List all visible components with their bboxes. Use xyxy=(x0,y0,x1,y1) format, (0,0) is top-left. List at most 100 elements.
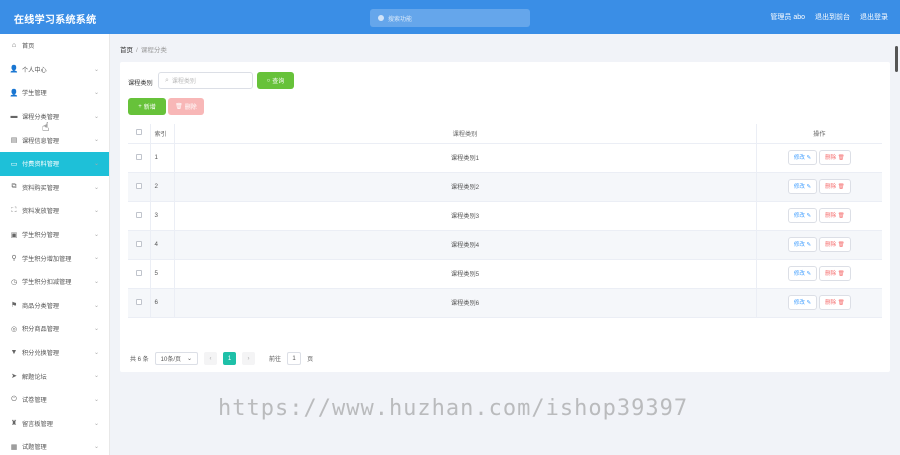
sidebar-item[interactable]: ⌂ 首页 xyxy=(0,34,109,58)
sidebar: ⌂ 首页 👤 个人中心 ⌄ 👤 学生管理 ⌄ ▬ 课程分类管理 ⌄ ▤ 课程信息管理 ⌄ ▭ 付费资料管理 ⌄ ⧉… xyxy=(0,34,110,455)
add-button[interactable]: + 新增 xyxy=(128,98,166,115)
row-name: 课程类别4 xyxy=(174,230,757,260)
chevron-down-icon: ⌄ xyxy=(93,66,99,73)
edit-button[interactable]: 修改 ✎ xyxy=(787,208,818,223)
select-all-checkbox[interactable] xyxy=(135,129,142,136)
chevron-down-icon: ⌄ xyxy=(93,278,99,285)
row-index: 5 xyxy=(150,259,175,289)
sidebar-item-label: 付费资料管理 xyxy=(22,161,60,169)
edit-button-label: 修改 xyxy=(793,242,805,248)
row-checkbox[interactable] xyxy=(135,298,142,305)
sidebar-item[interactable]: ▭ 付费资料管理 ⌄ xyxy=(0,151,109,176)
search-icon xyxy=(378,15,384,21)
batch-delete-button[interactable]: 🗑 删除 xyxy=(168,98,204,115)
row-select-cell[interactable] xyxy=(128,201,151,231)
logout-link[interactable]: 退出登录 xyxy=(860,12,888,22)
goto-page-input[interactable]: 1 xyxy=(287,352,302,365)
sidebar-item[interactable]: ⏻ 试卷管理 ⌄ xyxy=(0,388,109,412)
admin-user-link[interactable]: 管理员 abo xyxy=(770,12,805,22)
select-all-cell[interactable] xyxy=(128,124,151,144)
sidebar-item[interactable]: ⚲ 学生积分增加管理 ⌄ xyxy=(0,246,109,270)
chevron-down-icon: ⌄ xyxy=(93,255,99,262)
content-panel: 课程类别 ⌕ 课程类别 ○ 查询 + 新增 🗑 删除 索引 课程类别 操作 1 … xyxy=(120,62,890,372)
row-select-cell[interactable] xyxy=(128,259,151,289)
current-page-button[interactable]: 1 xyxy=(223,352,237,365)
row-checkbox[interactable] xyxy=(135,182,142,189)
sidebar-item[interactable]: ▼ 积分兑换管理 ⌄ xyxy=(0,341,109,365)
filter-icon: ▼ xyxy=(10,349,18,357)
plus-icon: + xyxy=(138,103,142,110)
row-checkbox[interactable] xyxy=(135,153,142,160)
top-search-input[interactable]: 搜索功能 xyxy=(370,9,530,27)
home-icon: ⌂ xyxy=(11,42,17,50)
chevron-down-icon: ⌄ xyxy=(93,326,99,333)
search-icon: ⌕ xyxy=(165,76,169,84)
sidebar-item[interactable]: ▬ 课程分类管理 ⌄ xyxy=(0,105,109,129)
sidebar-item[interactable]: 👤 个人中心 ⌄ xyxy=(0,58,109,82)
next-page-button[interactable]: › xyxy=(242,352,256,365)
delete-button[interactable]: 删除 🗑 xyxy=(819,208,851,223)
edit-button[interactable]: 修改 ✎ xyxy=(787,179,818,194)
chevron-down-icon: ⌄ xyxy=(93,208,99,215)
query-button[interactable]: ○ 查询 xyxy=(257,72,294,89)
table-row: 1 课程类别1 修改 ✎ 删除 🗑 xyxy=(128,143,882,173)
edit-button[interactable]: 修改 ✎ xyxy=(787,150,818,165)
row-name: 课程类别2 xyxy=(174,172,757,202)
edit-button[interactable]: 修改 ✎ xyxy=(787,266,818,281)
breadcrumb-home[interactable]: 首页 xyxy=(120,47,133,54)
row-ops: 修改 ✎ 删除 🗑 xyxy=(756,201,882,231)
row-select-cell[interactable] xyxy=(128,230,151,260)
edit-button[interactable]: 修改 ✎ xyxy=(787,237,818,252)
sidebar-item[interactable]: ▤ 课程信息管理 ⌄ xyxy=(0,128,109,152)
file-icon: ▭ xyxy=(10,160,18,168)
delete-button[interactable]: 删除 🗑 xyxy=(819,150,851,165)
edit-button-label: 修改 xyxy=(793,271,805,277)
edit-icon: ✎ xyxy=(806,184,812,190)
sidebar-item[interactable]: ➤ 解题论坛 ⌄ xyxy=(0,364,109,388)
row-select-cell[interactable] xyxy=(128,143,151,173)
to-frontend-link[interactable]: 退出到前台 xyxy=(815,12,850,22)
page-size-select[interactable]: 10条/页 ⌄ xyxy=(154,352,199,365)
row-select-cell[interactable] xyxy=(128,288,151,318)
category-search-input[interactable]: ⌕ 课程类别 xyxy=(158,72,253,89)
delete-button[interactable]: 删除 🗑 xyxy=(819,266,851,281)
sidebar-item[interactable]: 👤 学生管理 ⌄ xyxy=(0,81,109,105)
row-name: 课程类别6 xyxy=(174,288,757,318)
chevron-down-icon: ⌄ xyxy=(93,349,99,356)
chevron-down-icon: ⌄ xyxy=(93,90,99,97)
user-icon: 👤 xyxy=(9,89,19,97)
trash-icon: 🗑 xyxy=(837,300,845,306)
edit-icon: ✎ xyxy=(806,242,812,248)
chevron-down-icon: ⌄ xyxy=(93,444,99,451)
sidebar-item[interactable]: ▦ 试题管理 ⌄ xyxy=(0,435,109,455)
sidebar-item[interactable]: ◎ 积分商品管理 ⌄ xyxy=(0,317,109,341)
filter-label: 课程类别 xyxy=(128,80,153,87)
sidebar-item[interactable]: ♜ 留言板管理 ⌄ xyxy=(0,412,109,436)
send-icon: ➤ xyxy=(11,373,17,381)
top-right-links: 管理员 abo 退出到前台 退出登录 xyxy=(770,12,888,22)
pin-icon: ⚲ xyxy=(11,255,17,263)
delete-button[interactable]: 删除 🗑 xyxy=(819,179,851,194)
trash-icon: 🗑 xyxy=(175,104,183,110)
row-checkbox[interactable] xyxy=(135,269,142,276)
edit-button[interactable]: 修改 ✎ xyxy=(787,295,818,310)
delete-button[interactable]: 删除 🗑 xyxy=(819,237,851,252)
row-ops: 修改 ✎ 删除 🗑 xyxy=(756,288,882,318)
page-scrollbar[interactable] xyxy=(895,46,898,72)
sidebar-item[interactable]: ◷ 学生积分扣减管理 ⌄ xyxy=(0,270,109,294)
row-select-cell[interactable] xyxy=(128,172,151,202)
sidebar-item-label: 资料购买管理 xyxy=(22,184,60,192)
grid-icon: ▦ xyxy=(10,443,18,451)
sidebar-item[interactable]: ▣ 学生积分管理 ⌄ xyxy=(0,223,109,247)
chevron-down-icon: ⌄ xyxy=(93,137,99,144)
row-name: 课程类别5 xyxy=(174,259,757,289)
row-checkbox[interactable] xyxy=(135,240,142,247)
delete-button[interactable]: 删除 🗑 xyxy=(819,295,851,310)
sidebar-item[interactable]: ⧉ 资料购买管理 ⌄ xyxy=(0,176,109,200)
sidebar-item[interactable]: ⛶ 资料发放管理 ⌄ xyxy=(0,199,109,223)
watermark-text: https://www.huzhan.com/ishop39397 xyxy=(218,396,689,421)
prev-page-button[interactable]: ‹ xyxy=(204,352,218,365)
row-checkbox[interactable] xyxy=(135,211,142,218)
sidebar-item[interactable]: ⚑ 商品分类管理 ⌄ xyxy=(0,294,109,318)
sidebar-item-label: 积分兑换管理 xyxy=(22,350,60,358)
